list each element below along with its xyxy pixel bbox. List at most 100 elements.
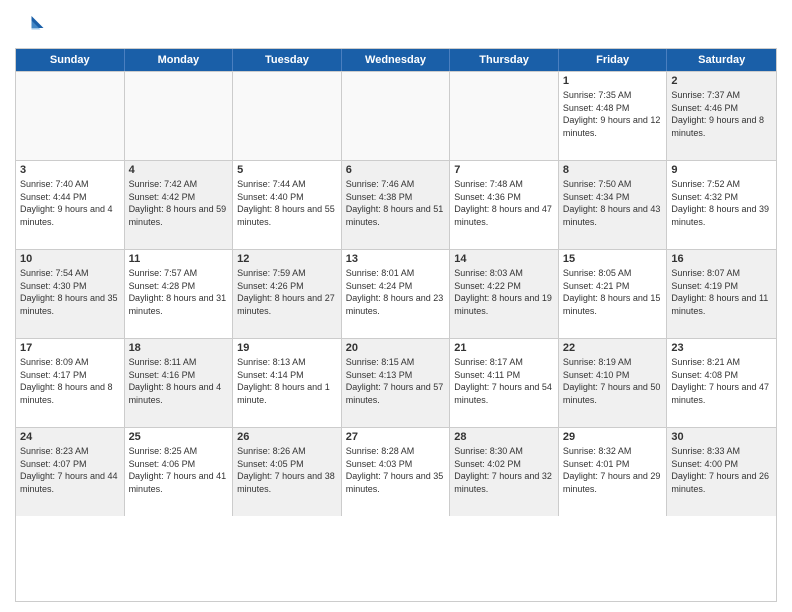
day-number: 28 <box>454 431 554 443</box>
day-number: 4 <box>129 164 229 176</box>
day-detail: Sunrise: 8:15 AM Sunset: 4:13 PM Dayligh… <box>346 356 446 406</box>
page: SundayMondayTuesdayWednesdayThursdayFrid… <box>0 0 792 612</box>
day-detail: Sunrise: 7:59 AM Sunset: 4:26 PM Dayligh… <box>237 267 337 317</box>
header-day: Friday <box>559 49 668 71</box>
calendar-cell: 16 Sunrise: 8:07 AM Sunset: 4:19 PM Dayli… <box>667 250 776 338</box>
day-number: 10 <box>20 253 120 265</box>
day-number: 23 <box>671 342 772 354</box>
calendar-cell: 11 Sunrise: 7:57 AM Sunset: 4:28 PM Dayli… <box>125 250 234 338</box>
header-day: Monday <box>125 49 234 71</box>
calendar-body: 1 Sunrise: 7:35 AM Sunset: 4:48 PM Daylig… <box>16 71 776 516</box>
calendar-cell: 9 Sunrise: 7:52 AM Sunset: 4:32 PM Daylig… <box>667 161 776 249</box>
day-detail: Sunrise: 7:48 AM Sunset: 4:36 PM Dayligh… <box>454 178 554 228</box>
day-detail: Sunrise: 8:30 AM Sunset: 4:02 PM Dayligh… <box>454 445 554 495</box>
day-detail: Sunrise: 7:52 AM Sunset: 4:32 PM Dayligh… <box>671 178 772 228</box>
day-number: 14 <box>454 253 554 265</box>
calendar-cell: 5 Sunrise: 7:44 AM Sunset: 4:40 PM Daylig… <box>233 161 342 249</box>
calendar-cell: 20 Sunrise: 8:15 AM Sunset: 4:13 PM Dayli… <box>342 339 451 427</box>
day-detail: Sunrise: 7:44 AM Sunset: 4:40 PM Dayligh… <box>237 178 337 228</box>
calendar-cell <box>233 72 342 160</box>
day-number: 30 <box>671 431 772 443</box>
day-detail: Sunrise: 8:03 AM Sunset: 4:22 PM Dayligh… <box>454 267 554 317</box>
day-detail: Sunrise: 7:37 AM Sunset: 4:46 PM Dayligh… <box>671 89 772 139</box>
day-detail: Sunrise: 7:57 AM Sunset: 4:28 PM Dayligh… <box>129 267 229 317</box>
day-detail: Sunrise: 8:21 AM Sunset: 4:08 PM Dayligh… <box>671 356 772 406</box>
day-detail: Sunrise: 8:17 AM Sunset: 4:11 PM Dayligh… <box>454 356 554 406</box>
calendar-cell: 26Sunrise: 8:26 AM Sunset: 4:05 PM Dayli… <box>233 428 342 516</box>
day-number: 17 <box>20 342 120 354</box>
day-detail: Sunrise: 8:01 AM Sunset: 4:24 PM Dayligh… <box>346 267 446 317</box>
day-number: 2 <box>671 75 772 87</box>
day-number: 22 <box>563 342 663 354</box>
day-detail: Sunrise: 8:33 AM Sunset: 4:00 PM Dayligh… <box>671 445 772 495</box>
day-number: 3 <box>20 164 120 176</box>
day-number: 11 <box>129 253 229 265</box>
calendar-cell: 1 Sunrise: 7:35 AM Sunset: 4:48 PM Daylig… <box>559 72 668 160</box>
calendar-cell <box>450 72 559 160</box>
calendar-cell: 3Sunrise: 7:40 AM Sunset: 4:44 PM Daylig… <box>16 161 125 249</box>
header-day: Tuesday <box>233 49 342 71</box>
day-number: 13 <box>346 253 446 265</box>
calendar-cell: 10 Sunrise: 7:54 AM Sunset: 4:30 PM Dayli… <box>16 250 125 338</box>
day-detail: Sunrise: 8:32 AM Sunset: 4:01 PM Dayligh… <box>563 445 663 495</box>
calendar-cell: 8Sunrise: 7:50 AM Sunset: 4:34 PM Daylig… <box>559 161 668 249</box>
day-number: 29 <box>563 431 663 443</box>
day-detail: Sunrise: 7:35 AM Sunset: 4:48 PM Dayligh… <box>563 89 663 139</box>
day-number: 15 <box>563 253 663 265</box>
calendar-cell: 19Sunrise: 8:13 AM Sunset: 4:14 PM Dayli… <box>233 339 342 427</box>
day-detail: Sunrise: 7:54 AM Sunset: 4:30 PM Dayligh… <box>20 267 120 317</box>
day-detail: Sunrise: 8:13 AM Sunset: 4:14 PM Dayligh… <box>237 356 337 406</box>
day-number: 26 <box>237 431 337 443</box>
day-detail: Sunrise: 8:19 AM Sunset: 4:10 PM Dayligh… <box>563 356 663 406</box>
day-detail: Sunrise: 8:11 AM Sunset: 4:16 PM Dayligh… <box>129 356 229 406</box>
calendar-cell: 22 Sunrise: 8:19 AM Sunset: 4:10 PM Dayli… <box>559 339 668 427</box>
day-number: 20 <box>346 342 446 354</box>
calendar-cell: 27 Sunrise: 8:28 AM Sunset: 4:03 PM Dayli… <box>342 428 451 516</box>
calendar-cell: 17 Sunrise: 8:09 AM Sunset: 4:17 PM Dayli… <box>16 339 125 427</box>
calendar-row: 24Sunrise: 8:23 AM Sunset: 4:07 PM Dayli… <box>16 427 776 516</box>
calendar-cell: 21Sunrise: 8:17 AM Sunset: 4:11 PM Dayli… <box>450 339 559 427</box>
calendar-cell: 14 Sunrise: 8:03 AM Sunset: 4:22 PM Dayli… <box>450 250 559 338</box>
day-detail: Sunrise: 7:42 AM Sunset: 4:42 PM Dayligh… <box>129 178 229 228</box>
calendar-row: 17 Sunrise: 8:09 AM Sunset: 4:17 PM Dayli… <box>16 338 776 427</box>
calendar-row: 1 Sunrise: 7:35 AM Sunset: 4:48 PM Daylig… <box>16 71 776 160</box>
calendar-cell: 12 Sunrise: 7:59 AM Sunset: 4:26 PM Dayli… <box>233 250 342 338</box>
calendar-cell: 25Sunrise: 8:25 AM Sunset: 4:06 PM Dayli… <box>125 428 234 516</box>
calendar-row: 10 Sunrise: 7:54 AM Sunset: 4:30 PM Dayli… <box>16 249 776 338</box>
day-detail: Sunrise: 7:46 AM Sunset: 4:38 PM Dayligh… <box>346 178 446 228</box>
calendar-cell <box>342 72 451 160</box>
calendar-cell: 30 Sunrise: 8:33 AM Sunset: 4:00 PM Dayli… <box>667 428 776 516</box>
day-number: 6 <box>346 164 446 176</box>
header-day: Wednesday <box>342 49 451 71</box>
calendar-cell: 29 Sunrise: 8:32 AM Sunset: 4:01 PM Dayli… <box>559 428 668 516</box>
day-number: 18 <box>129 342 229 354</box>
calendar-row: 3Sunrise: 7:40 AM Sunset: 4:44 PM Daylig… <box>16 160 776 249</box>
calendar-cell: 24Sunrise: 8:23 AM Sunset: 4:07 PM Dayli… <box>16 428 125 516</box>
calendar-cell: 7Sunrise: 7:48 AM Sunset: 4:36 PM Daylig… <box>450 161 559 249</box>
day-number: 1 <box>563 75 663 87</box>
logo <box>15 10 49 40</box>
calendar-cell: 18 Sunrise: 8:11 AM Sunset: 4:16 PM Dayli… <box>125 339 234 427</box>
day-number: 8 <box>563 164 663 176</box>
logo-icon <box>15 10 45 40</box>
calendar-cell: 4 Sunrise: 7:42 AM Sunset: 4:42 PM Daylig… <box>125 161 234 249</box>
day-detail: Sunrise: 8:07 AM Sunset: 4:19 PM Dayligh… <box>671 267 772 317</box>
day-number: 12 <box>237 253 337 265</box>
calendar-cell: 2 Sunrise: 7:37 AM Sunset: 4:46 PM Daylig… <box>667 72 776 160</box>
header-day: Sunday <box>16 49 125 71</box>
header-day: Thursday <box>450 49 559 71</box>
calendar: SundayMondayTuesdayWednesdayThursdayFrid… <box>15 48 777 602</box>
day-detail: Sunrise: 8:23 AM Sunset: 4:07 PM Dayligh… <box>20 445 120 495</box>
day-number: 16 <box>671 253 772 265</box>
header <box>15 10 777 40</box>
calendar-header: SundayMondayTuesdayWednesdayThursdayFrid… <box>16 49 776 71</box>
calendar-cell: 15Sunrise: 8:05 AM Sunset: 4:21 PM Dayli… <box>559 250 668 338</box>
day-detail: Sunrise: 8:28 AM Sunset: 4:03 PM Dayligh… <box>346 445 446 495</box>
day-number: 5 <box>237 164 337 176</box>
calendar-cell <box>125 72 234 160</box>
day-number: 9 <box>671 164 772 176</box>
calendar-cell <box>16 72 125 160</box>
day-number: 27 <box>346 431 446 443</box>
day-detail: Sunrise: 8:09 AM Sunset: 4:17 PM Dayligh… <box>20 356 120 406</box>
day-number: 25 <box>129 431 229 443</box>
